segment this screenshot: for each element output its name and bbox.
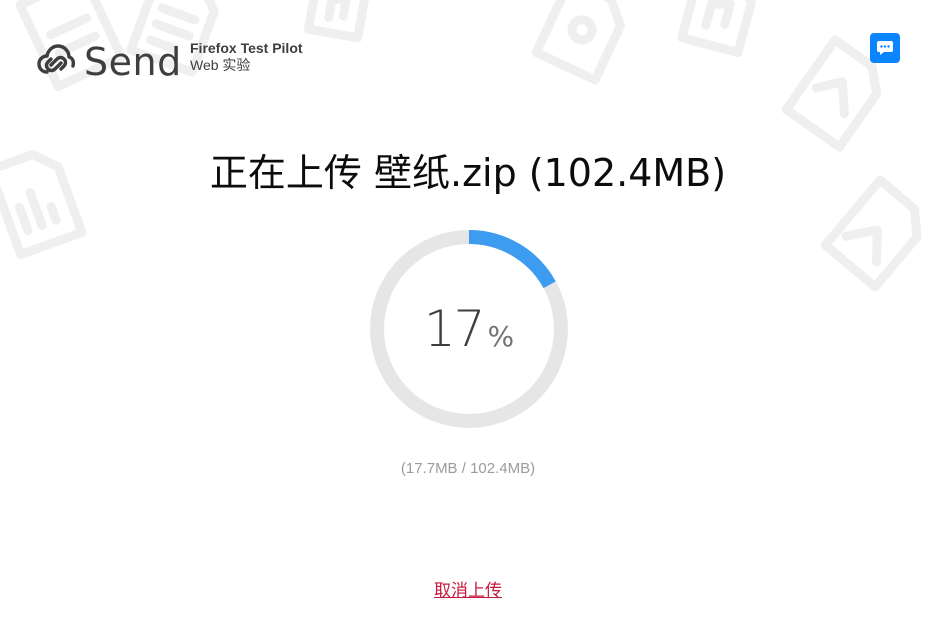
feedback-button[interactable] [870, 33, 900, 63]
send-logo-icon [37, 44, 76, 74]
music-file-decor-icon [303, 0, 370, 43]
image-file-decor-icon [531, 0, 625, 85]
upload-size-progress: (17.7MB / 102.4MB) [400, 460, 536, 477]
progress-percent-sign: % [487, 320, 515, 353]
progress-number: 17 [423, 300, 486, 358]
upload-title: 正在上传 壁纸.zip (102.4MB) [209, 151, 727, 195]
send-logo[interactable]: Send [36, 36, 182, 88]
test-pilot-badge[interactable]: Firefox Test Pilot Web 实验 [190, 40, 303, 74]
cancel-upload-container: 取消上传 [0, 576, 936, 601]
cancel-upload-link[interactable]: 取消上传 [434, 581, 502, 601]
music-file-decor-icon-2 [677, 0, 756, 58]
chat-bubble-icon [877, 41, 893, 55]
test-pilot-title: Firefox Test Pilot [190, 40, 303, 56]
progress-percentage: 17% [369, 299, 569, 371]
progress-ring: 17% [369, 229, 569, 429]
app-name: Send [84, 40, 182, 84]
test-pilot-subtitle: Web 实验 [190, 56, 251, 73]
